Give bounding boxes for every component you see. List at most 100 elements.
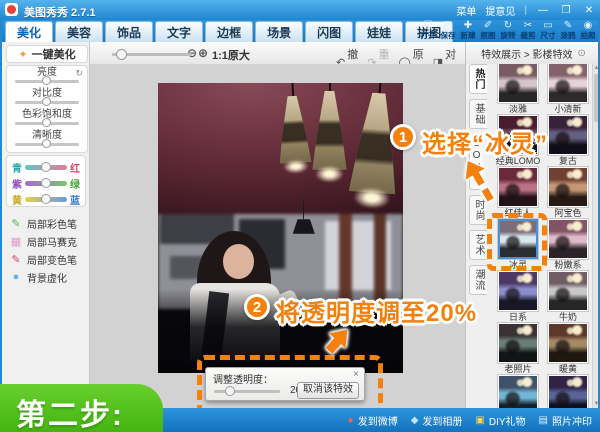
quick-tool-button[interactable]: ◉ 拍照: [578, 21, 598, 41]
quick-tool-button[interactable]: ↻ 旋转: [498, 21, 518, 41]
slider-handle[interactable]: [42, 118, 51, 127]
effect-thumbnail[interactable]: [498, 271, 538, 311]
adjust-slider-row: 清晰度: [7, 129, 87, 150]
slider-handle[interactable]: [42, 97, 51, 106]
color-slider-handle[interactable]: [41, 194, 51, 204]
slider-handle[interactable]: [42, 139, 51, 148]
main-tab[interactable]: 美容: [55, 21, 103, 42]
effects-panel: 热门 基础 LOMO 时尚 艺术 潮流 淡雅 小清: [465, 64, 600, 408]
main-tab[interactable]: 饰品: [105, 21, 153, 42]
maximize-button[interactable]: ❐: [559, 5, 573, 16]
color-slider-handle[interactable]: [41, 162, 51, 172]
slider-track[interactable]: [15, 143, 79, 146]
effect-thumbnail[interactable]: [498, 375, 538, 408]
effect-thumbnail[interactable]: [548, 115, 588, 155]
effect-item[interactable]: 小清新: [543, 64, 593, 114]
effect-thumbnail[interactable]: [548, 375, 588, 408]
sidebar-tool-item[interactable]: ✎ 局部彩色笔: [10, 214, 88, 232]
main-tab[interactable]: 边框: [205, 21, 253, 42]
transparency-dialog-title: 调整透明度：: [213, 371, 273, 386]
effect-category-tab[interactable]: 潮流: [469, 265, 487, 295]
color-slider-track[interactable]: [25, 181, 67, 186]
statusbar-icon: ▣: [475, 415, 484, 426]
dialog-close-icon[interactable]: ×: [353, 369, 359, 380]
panel-settings-icon[interactable]: ⊙: [578, 48, 586, 59]
transparency-slider-handle[interactable]: [225, 386, 235, 396]
effect-item[interactable]: 粉嫩系: [543, 218, 593, 270]
quick-tool-button[interactable]: ✂ 裁剪: [518, 21, 538, 41]
step2-annotation-text: 将透明度调至20%: [276, 293, 477, 328]
sidebar-tool-item[interactable]: ✎ 局部变色笔: [10, 250, 88, 268]
quick-tool-icon: ▭: [543, 21, 552, 31]
effects-breadcrumb: 特效展示 > 影楼特效: [481, 46, 572, 61]
sidebar-tool-item[interactable]: ▦ 局部马赛克: [10, 232, 88, 250]
effect-item[interactable]: 冰灵: [493, 218, 543, 270]
main-tab[interactable]: 娃娃: [355, 21, 403, 42]
effect-item[interactable]: 阿宝色: [543, 166, 593, 218]
color-slider-track[interactable]: [25, 165, 67, 170]
statusbar-icon: ◆: [411, 415, 419, 426]
effect-item[interactable]: 老照片: [493, 322, 543, 374]
effect-thumbnail[interactable]: [498, 167, 538, 207]
effect-item[interactable]: 淡雅: [493, 64, 543, 114]
slider-track[interactable]: [15, 80, 79, 83]
statusbar-action[interactable]: ● 发到微博: [348, 413, 398, 428]
effect-item[interactable]: 红佳人: [493, 166, 543, 218]
quick-tool-button[interactable]: ▭ 尺寸: [538, 21, 558, 41]
window-title: 美图秀秀 2.7.1: [24, 4, 96, 20]
quick-tool-icon: ↻: [504, 21, 512, 31]
quick-tool-icon: ✚: [464, 21, 472, 31]
effect-thumbnail[interactable]: [548, 219, 588, 259]
effect-thumbnail[interactable]: [548, 271, 588, 311]
main-tab[interactable]: 闪图: [305, 21, 353, 42]
color-slider-row: 黄 蓝: [7, 191, 85, 207]
menu-button[interactable]: 菜单: [456, 3, 476, 18]
zoom-slider-handle[interactable]: [116, 49, 127, 60]
slider-handle[interactable]: [42, 76, 51, 85]
quick-tool-button[interactable]: ✚ 新建: [458, 21, 478, 41]
slider-track[interactable]: [15, 122, 79, 125]
quick-tool-button[interactable]: ✐ 抠图: [478, 21, 498, 41]
color-slider-handle[interactable]: [41, 178, 51, 188]
quick-tool-icon: ❏: [424, 21, 433, 31]
statusbar-action[interactable]: ▤ 照片冲印: [539, 413, 592, 428]
zoom-in-icon[interactable]: ⊕: [198, 46, 208, 60]
effect-category-tab[interactable]: 艺术: [469, 230, 487, 260]
effect-thumbnail[interactable]: [548, 167, 588, 207]
quick-tool-button[interactable]: ▤ 保存: [438, 21, 458, 41]
color-slider-track[interactable]: [25, 197, 67, 202]
adjust-slider-row: 色彩饱和度: [7, 108, 87, 129]
quick-tool-icon: ✎: [564, 21, 572, 31]
effect-thumbnail[interactable]: [498, 64, 538, 103]
effect-thumbnail[interactable]: [498, 323, 538, 363]
transparency-slider-track[interactable]: [214, 390, 280, 393]
slider-track[interactable]: [15, 101, 79, 104]
effect-item[interactable]: 暖黄: [543, 322, 593, 374]
effect-thumbnail[interactable]: [548, 323, 588, 363]
sidebar-tool-item[interactable]: ● 背景虚化: [10, 268, 88, 286]
cancel-effect-button[interactable]: 取消该特效: [297, 382, 359, 399]
quick-tool-button[interactable]: ❏ 打开: [418, 21, 438, 41]
effect-item[interactable]: 牛奶: [543, 270, 593, 322]
zoom-fit-label[interactable]: 1:1原大: [212, 47, 250, 63]
step1-annotation-text: 选择“冰灵”: [422, 124, 548, 159]
effect-item[interactable]: 复古: [543, 114, 593, 166]
effect-item[interactable]: [543, 374, 593, 408]
effect-category-tab[interactable]: 热门: [469, 64, 487, 94]
effect-thumbnail[interactable]: [498, 219, 538, 259]
statusbar-action[interactable]: ◆ 发到相册: [411, 413, 463, 428]
close-button[interactable]: ✕: [582, 5, 596, 16]
quick-tool-button[interactable]: ✎ 涂鸦: [558, 21, 578, 41]
minimize-button[interactable]: —: [536, 5, 550, 16]
statusbar-action[interactable]: ▣ DIY礼物: [475, 413, 525, 428]
feedback-button[interactable]: 提意见: [485, 3, 515, 18]
effect-item[interactable]: 日系: [493, 270, 543, 322]
main-tab[interactable]: 文字: [155, 21, 203, 42]
statusbar-icon: ▤: [539, 415, 548, 426]
main-tab[interactable]: 场景: [255, 21, 303, 42]
main-tab[interactable]: 美化: [5, 21, 53, 42]
one-key-enhance-button[interactable]: ✦ 一键美化: [6, 45, 88, 63]
effect-item[interactable]: [493, 374, 543, 408]
effect-thumbnail[interactable]: [548, 64, 588, 103]
statusbar-icon: ●: [348, 415, 354, 426]
